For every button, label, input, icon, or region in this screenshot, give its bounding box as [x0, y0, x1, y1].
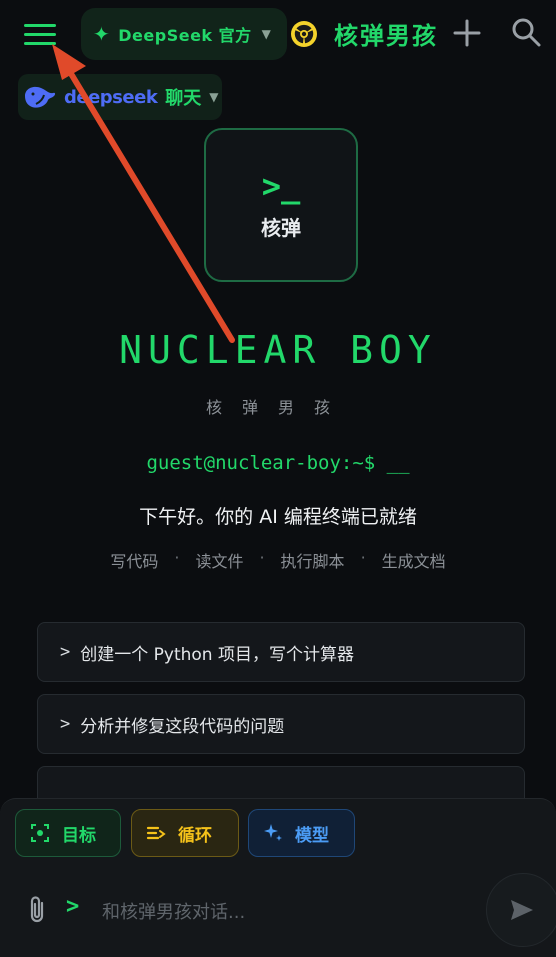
mode-select[interactable]: deepseek 聊天 ▼ — [18, 74, 222, 120]
suggestion-card[interactable]: > 分析并修复这段代码的问题 — [37, 694, 525, 754]
focus-icon — [31, 824, 49, 842]
provider-label: DeepSeek 官方 — [118, 26, 252, 45]
suggestion-text: 分析并修复这段代码的问题 — [80, 716, 285, 737]
suggestion-text: 创建一个 Python 项目，写个计算器 — [80, 644, 354, 665]
greeting-text: 下午好。你的 AI 编程终端已就绪 — [139, 506, 417, 528]
chevron-down-icon: ▼ — [209, 90, 219, 104]
terminal-prompt-glyph: >_ — [261, 166, 301, 205]
goal-chip-label: 目标 — [62, 825, 96, 846]
capability-item: 写代码 — [110, 552, 159, 571]
capability-item: 生成文档 — [381, 552, 446, 571]
radiation-icon — [291, 21, 317, 47]
paperclip-icon[interactable] — [24, 895, 50, 925]
plus-icon[interactable] — [452, 18, 482, 48]
chevron-down-icon: ▼ — [261, 27, 272, 41]
loop-list-icon — [146, 826, 166, 840]
logo-label: 核弹 — [261, 215, 301, 240]
suggestion-prefix: > — [60, 714, 71, 734]
app-logo: >_ 核弹 — [204, 128, 358, 282]
app-title: 核弹男孩 — [334, 22, 438, 50]
goal-chip[interactable]: 目标 — [15, 809, 121, 857]
app-screen: ✦ DeepSeek 官方 ▼ 核弹男孩 deepseek 聊天 ▼ >_ 核弹… — [0, 0, 556, 957]
send-icon — [511, 900, 533, 920]
model-chip-label: 模型 — [295, 825, 329, 846]
sparkle-icon: ✦ — [93, 22, 111, 46]
separator-dot: · — [259, 548, 265, 567]
terminal-prompt-line: guest@nuclear-boy:~$ __ — [146, 452, 410, 474]
mode-label: 聊天 — [165, 88, 202, 109]
prompt-glyph: > — [66, 894, 80, 919]
sparkle-icon — [264, 824, 282, 841]
separator-dot: · — [360, 548, 366, 567]
model-chip[interactable]: 模型 — [248, 809, 355, 857]
capability-item: 执行脚本 — [280, 552, 345, 571]
message-composer: 目标 循环 模型 > — [0, 798, 556, 957]
hero-subtitle: 核弹男孩 — [205, 398, 350, 417]
hamburger-menu-icon[interactable] — [24, 16, 68, 52]
deepseek-whale-icon — [25, 86, 56, 108]
provider-select[interactable]: ✦ DeepSeek 官方 ▼ — [81, 8, 287, 60]
loop-chip-label: 循环 — [178, 825, 212, 846]
capability-item: 读文件 — [195, 552, 244, 571]
top-header: ✦ DeepSeek 官方 ▼ 核弹男孩 — [0, 0, 556, 68]
search-icon[interactable] — [510, 16, 542, 48]
loop-chip[interactable]: 循环 — [131, 809, 239, 857]
capability-list: 写代码 · 读文件 · 执行脚本 · 生成文档 — [0, 548, 556, 572]
separator-dot: · — [174, 548, 180, 567]
hero-title: NUCLEAR BOY — [119, 328, 437, 372]
message-input[interactable] — [100, 891, 474, 933]
suggestion-card[interactable]: > 创建一个 Python 项目，写个计算器 — [37, 622, 525, 682]
suggestion-prefix: > — [60, 642, 71, 662]
deepseek-brand-text: deepseek — [64, 86, 158, 108]
send-button[interactable] — [486, 873, 556, 947]
